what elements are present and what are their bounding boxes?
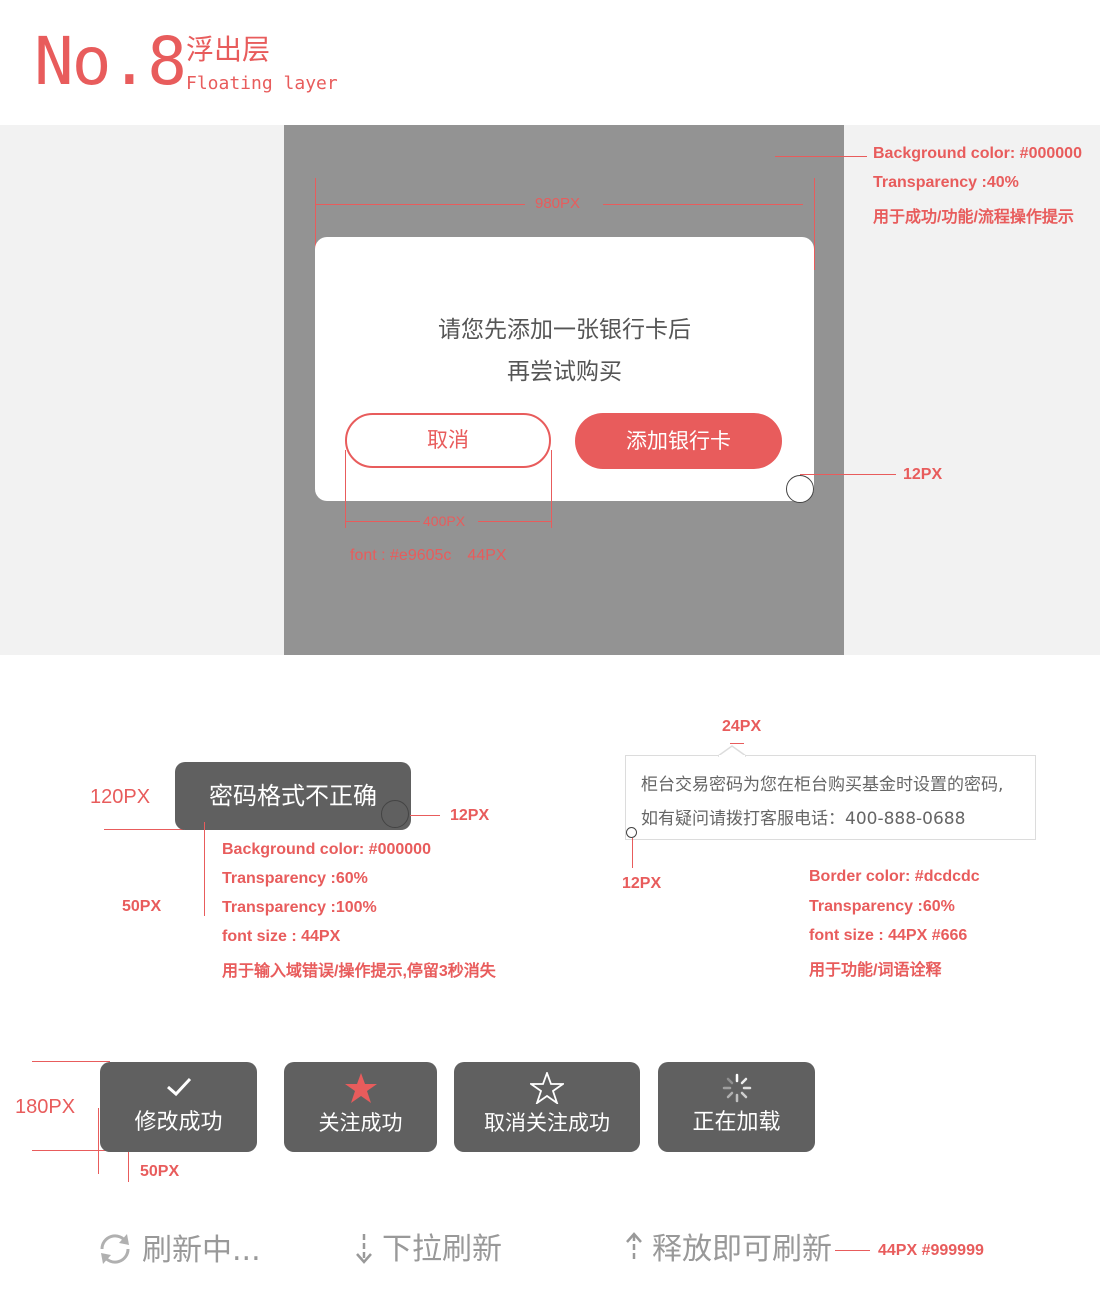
tile-label: 关注成功: [318, 1111, 403, 1135]
tile-label: 取消关注成功: [484, 1111, 610, 1135]
toast-padding-annotation: 50PX: [122, 898, 162, 915]
dialog-message-line1: 请您先添加一张银行卡后: [438, 317, 691, 343]
toast-radius-marker: [381, 800, 409, 828]
tip-radius-guide: [632, 838, 633, 868]
refresh-icon: [96, 1230, 134, 1271]
tip-line1: 柜台交易密码为您在柜台购买基金时设置的密码,: [641, 775, 1004, 795]
check-icon: [100, 1072, 257, 1108]
tip-border-color: Border color: #dcdcdc: [809, 868, 980, 885]
tip-usage: 用于功能/词语诠释: [809, 962, 942, 979]
add-bank-card-button[interactable]: 添加银行卡: [575, 413, 782, 469]
button-width-annotation: 400PX: [423, 513, 466, 529]
cancel-button[interactable]: 取消: [345, 413, 551, 468]
release-indicator: 释放即可刷新: [624, 1230, 832, 1270]
tip-arrow: [718, 745, 746, 757]
tile-follow-success: 关注成功: [284, 1062, 437, 1152]
tile-unfollow-success: 取消关注成功: [454, 1062, 640, 1152]
radius-annotation: 12PX: [903, 466, 943, 483]
toast-transparency-text: Transparency :100%: [222, 899, 377, 916]
width-guide-line-right: [603, 204, 803, 205]
tile-modify-success: 修改成功: [100, 1062, 257, 1152]
toast-font-size: font size : 44PX: [222, 928, 341, 945]
pull-down-indicator: 下拉刷新: [354, 1230, 502, 1270]
refreshing-indicator: 刷新中...: [96, 1230, 261, 1271]
button-guide-line-right: [478, 521, 551, 522]
overlay-bg-color: Background color: #000000: [873, 145, 1082, 162]
radius-guide-line: [800, 474, 896, 475]
arrow-up-icon: [624, 1230, 644, 1270]
button-font-annotation: font : #e9605c 44PX: [350, 547, 507, 564]
button-guide-line-left: [345, 521, 420, 522]
arrow-down-icon: [354, 1230, 374, 1270]
toast-transparency-bg: Transparency :60%: [222, 870, 368, 887]
info-tooltip: 柜台交易密码为您在柜台购买基金时设置的密码, 如有疑问请拨打客服电话：400-8…: [625, 755, 1036, 840]
tip-arrow-annotation: 24PX: [722, 718, 762, 735]
toast-padding-guide: [204, 822, 205, 916]
toast-height-guide: [104, 829, 184, 830]
width-annotation: 980PX: [535, 195, 581, 212]
refresh-label: 刷新中...: [142, 1233, 261, 1268]
tile-height-guide-top: [32, 1061, 110, 1062]
button-guide-right: [551, 450, 552, 528]
tip-font-size: font size : 44PX #666: [809, 927, 968, 944]
toast-usage: 用于输入域错误/操作提示,停留3秒消失: [222, 963, 496, 980]
tip-arrow-guide: [730, 743, 744, 744]
release-label: 释放即可刷新: [652, 1232, 832, 1267]
tile-label: 正在加载: [692, 1110, 781, 1135]
radius-marker: [786, 475, 814, 503]
toast-bg-color: Background color: #000000: [222, 841, 431, 858]
tile-height-annotation: 180PX: [15, 1096, 76, 1118]
dialog-message-line2: 再尝试购买: [507, 359, 622, 385]
spinner-icon: [658, 1072, 815, 1113]
button-guide-left: [345, 450, 346, 528]
star-filled-icon: [284, 1072, 437, 1113]
pull-down-label: 下拉刷新: [382, 1232, 502, 1267]
toast-radius-guide: [410, 815, 440, 816]
overlay-transparency: Transparency :40%: [873, 174, 1019, 191]
tip-radius-marker: [626, 827, 637, 838]
tile-label: 修改成功: [134, 1110, 223, 1135]
tile-padding-annotation: 50PX: [140, 1163, 180, 1180]
toast-radius-annotation: 12PX: [450, 807, 490, 824]
tip-line2: 如有疑问请拨打客服电话：400-888-0688: [641, 809, 966, 829]
section-title-cn: 浮出层: [186, 33, 271, 66]
tip-radius-annotation: 12PX: [622, 875, 662, 892]
tile-padding-guide-left: [98, 1108, 99, 1174]
section-title-en: Floating layer: [186, 73, 338, 94]
tile-loading: 正在加载: [658, 1062, 815, 1152]
section-number: No.8: [34, 23, 187, 100]
tip-transparency: Transparency :60%: [809, 898, 955, 915]
overlay-usage: 用于成功/功能/流程操作提示: [873, 209, 1074, 226]
width-guide-line-left: [315, 204, 525, 205]
refresh-guide-line: [835, 1250, 870, 1251]
star-outline-icon: [454, 1070, 640, 1113]
overlay-guide-line: [775, 156, 867, 157]
width-guide-right: [814, 178, 815, 270]
error-toast: 密码格式不正确: [175, 762, 411, 830]
toast-height-annotation: 120PX: [90, 786, 151, 808]
refresh-annotation: 44PX #999999: [878, 1242, 984, 1259]
